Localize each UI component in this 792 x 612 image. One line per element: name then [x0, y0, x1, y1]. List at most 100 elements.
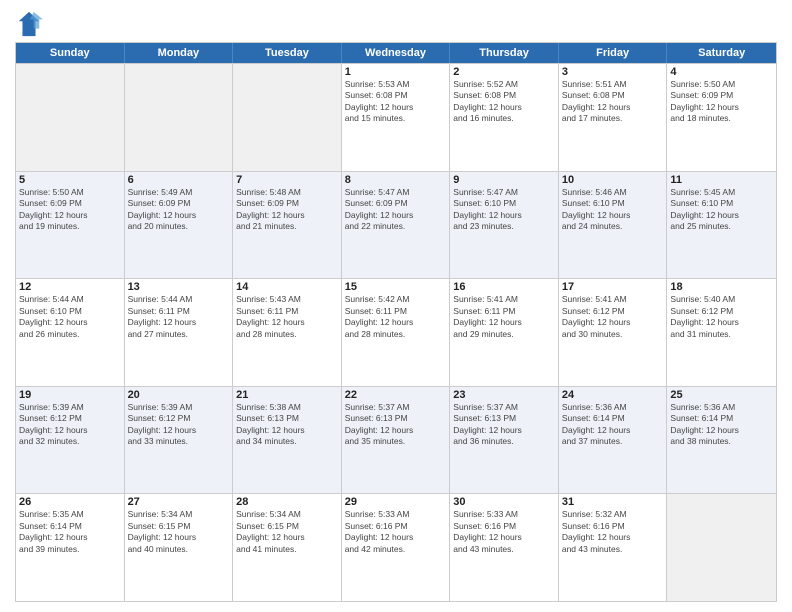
day-info: Sunrise: 5:35 AM Sunset: 6:14 PM Dayligh…: [19, 509, 121, 555]
week-row: 26Sunrise: 5:35 AM Sunset: 6:14 PM Dayli…: [16, 493, 776, 601]
day-info: Sunrise: 5:39 AM Sunset: 6:12 PM Dayligh…: [128, 402, 230, 448]
day-cell: 15Sunrise: 5:42 AM Sunset: 6:11 PM Dayli…: [342, 279, 451, 386]
day-header-tuesday: Tuesday: [233, 43, 342, 63]
day-number: 30: [453, 496, 555, 508]
day-cell: 24Sunrise: 5:36 AM Sunset: 6:14 PM Dayli…: [559, 387, 668, 494]
day-info: Sunrise: 5:39 AM Sunset: 6:12 PM Dayligh…: [19, 402, 121, 448]
day-number: 8: [345, 174, 447, 186]
day-cell: 6Sunrise: 5:49 AM Sunset: 6:09 PM Daylig…: [125, 172, 234, 279]
day-cell: 10Sunrise: 5:46 AM Sunset: 6:10 PM Dayli…: [559, 172, 668, 279]
day-number: 12: [19, 281, 121, 293]
day-number: 1: [345, 66, 447, 78]
day-info: Sunrise: 5:37 AM Sunset: 6:13 PM Dayligh…: [453, 402, 555, 448]
day-cell: 5Sunrise: 5:50 AM Sunset: 6:09 PM Daylig…: [16, 172, 125, 279]
day-cell: 28Sunrise: 5:34 AM Sunset: 6:15 PM Dayli…: [233, 494, 342, 601]
day-info: Sunrise: 5:50 AM Sunset: 6:09 PM Dayligh…: [19, 187, 121, 233]
day-info: Sunrise: 5:48 AM Sunset: 6:09 PM Dayligh…: [236, 187, 338, 233]
day-number: 18: [670, 281, 773, 293]
day-cell: 9Sunrise: 5:47 AM Sunset: 6:10 PM Daylig…: [450, 172, 559, 279]
day-number: 4: [670, 66, 773, 78]
day-info: Sunrise: 5:43 AM Sunset: 6:11 PM Dayligh…: [236, 294, 338, 340]
day-cell: 16Sunrise: 5:41 AM Sunset: 6:11 PM Dayli…: [450, 279, 559, 386]
day-number: 25: [670, 389, 773, 401]
day-number: 22: [345, 389, 447, 401]
day-info: Sunrise: 5:34 AM Sunset: 6:15 PM Dayligh…: [236, 509, 338, 555]
day-header-thursday: Thursday: [450, 43, 559, 63]
day-cell: 26Sunrise: 5:35 AM Sunset: 6:14 PM Dayli…: [16, 494, 125, 601]
day-header-wednesday: Wednesday: [342, 43, 451, 63]
day-cell: 23Sunrise: 5:37 AM Sunset: 6:13 PM Dayli…: [450, 387, 559, 494]
day-cell: 21Sunrise: 5:38 AM Sunset: 6:13 PM Dayli…: [233, 387, 342, 494]
day-info: Sunrise: 5:47 AM Sunset: 6:09 PM Dayligh…: [345, 187, 447, 233]
day-number: 29: [345, 496, 447, 508]
week-row: 1Sunrise: 5:53 AM Sunset: 6:08 PM Daylig…: [16, 63, 776, 171]
day-cell: 13Sunrise: 5:44 AM Sunset: 6:11 PM Dayli…: [125, 279, 234, 386]
day-cell: 11Sunrise: 5:45 AM Sunset: 6:10 PM Dayli…: [667, 172, 776, 279]
day-number: 20: [128, 389, 230, 401]
day-info: Sunrise: 5:51 AM Sunset: 6:08 PM Dayligh…: [562, 79, 664, 125]
day-cell: 12Sunrise: 5:44 AM Sunset: 6:10 PM Dayli…: [16, 279, 125, 386]
day-header-sunday: Sunday: [16, 43, 125, 63]
day-info: Sunrise: 5:50 AM Sunset: 6:09 PM Dayligh…: [670, 79, 773, 125]
day-number: 23: [453, 389, 555, 401]
day-number: 21: [236, 389, 338, 401]
day-cell: [233, 64, 342, 171]
day-info: Sunrise: 5:34 AM Sunset: 6:15 PM Dayligh…: [128, 509, 230, 555]
day-number: 24: [562, 389, 664, 401]
day-info: Sunrise: 5:40 AM Sunset: 6:12 PM Dayligh…: [670, 294, 773, 340]
day-number: 15: [345, 281, 447, 293]
day-cell: 14Sunrise: 5:43 AM Sunset: 6:11 PM Dayli…: [233, 279, 342, 386]
week-row: 19Sunrise: 5:39 AM Sunset: 6:12 PM Dayli…: [16, 386, 776, 494]
day-cell: [667, 494, 776, 601]
day-cell: 20Sunrise: 5:39 AM Sunset: 6:12 PM Dayli…: [125, 387, 234, 494]
day-number: 26: [19, 496, 121, 508]
day-info: Sunrise: 5:38 AM Sunset: 6:13 PM Dayligh…: [236, 402, 338, 448]
logo-icon: [15, 10, 43, 38]
day-info: Sunrise: 5:53 AM Sunset: 6:08 PM Dayligh…: [345, 79, 447, 125]
day-info: Sunrise: 5:41 AM Sunset: 6:11 PM Dayligh…: [453, 294, 555, 340]
day-info: Sunrise: 5:45 AM Sunset: 6:10 PM Dayligh…: [670, 187, 773, 233]
day-cell: 22Sunrise: 5:37 AM Sunset: 6:13 PM Dayli…: [342, 387, 451, 494]
day-cell: 25Sunrise: 5:36 AM Sunset: 6:14 PM Dayli…: [667, 387, 776, 494]
day-cell: [125, 64, 234, 171]
day-info: Sunrise: 5:32 AM Sunset: 6:16 PM Dayligh…: [562, 509, 664, 555]
header: [15, 10, 777, 38]
day-number: 9: [453, 174, 555, 186]
day-number: 28: [236, 496, 338, 508]
day-cell: 7Sunrise: 5:48 AM Sunset: 6:09 PM Daylig…: [233, 172, 342, 279]
day-number: 5: [19, 174, 121, 186]
day-number: 7: [236, 174, 338, 186]
day-number: 19: [19, 389, 121, 401]
day-cell: 17Sunrise: 5:41 AM Sunset: 6:12 PM Dayli…: [559, 279, 668, 386]
day-cell: 8Sunrise: 5:47 AM Sunset: 6:09 PM Daylig…: [342, 172, 451, 279]
day-info: Sunrise: 5:44 AM Sunset: 6:10 PM Dayligh…: [19, 294, 121, 340]
day-header-friday: Friday: [559, 43, 668, 63]
day-info: Sunrise: 5:41 AM Sunset: 6:12 PM Dayligh…: [562, 294, 664, 340]
day-info: Sunrise: 5:47 AM Sunset: 6:10 PM Dayligh…: [453, 187, 555, 233]
day-header-monday: Monday: [125, 43, 234, 63]
logo: [15, 10, 47, 38]
day-number: 2: [453, 66, 555, 78]
day-info: Sunrise: 5:46 AM Sunset: 6:10 PM Dayligh…: [562, 187, 664, 233]
day-cell: 1Sunrise: 5:53 AM Sunset: 6:08 PM Daylig…: [342, 64, 451, 171]
day-number: 10: [562, 174, 664, 186]
day-info: Sunrise: 5:37 AM Sunset: 6:13 PM Dayligh…: [345, 402, 447, 448]
day-info: Sunrise: 5:44 AM Sunset: 6:11 PM Dayligh…: [128, 294, 230, 340]
day-number: 31: [562, 496, 664, 508]
day-headers: SundayMondayTuesdayWednesdayThursdayFrid…: [16, 43, 776, 63]
day-cell: 31Sunrise: 5:32 AM Sunset: 6:16 PM Dayli…: [559, 494, 668, 601]
week-row: 5Sunrise: 5:50 AM Sunset: 6:09 PM Daylig…: [16, 171, 776, 279]
day-cell: 29Sunrise: 5:33 AM Sunset: 6:16 PM Dayli…: [342, 494, 451, 601]
day-info: Sunrise: 5:33 AM Sunset: 6:16 PM Dayligh…: [453, 509, 555, 555]
day-info: Sunrise: 5:36 AM Sunset: 6:14 PM Dayligh…: [670, 402, 773, 448]
day-cell: 18Sunrise: 5:40 AM Sunset: 6:12 PM Dayli…: [667, 279, 776, 386]
day-cell: 19Sunrise: 5:39 AM Sunset: 6:12 PM Dayli…: [16, 387, 125, 494]
day-cell: 2Sunrise: 5:52 AM Sunset: 6:08 PM Daylig…: [450, 64, 559, 171]
day-number: 14: [236, 281, 338, 293]
day-number: 6: [128, 174, 230, 186]
day-cell: [16, 64, 125, 171]
day-number: 13: [128, 281, 230, 293]
weeks: 1Sunrise: 5:53 AM Sunset: 6:08 PM Daylig…: [16, 63, 776, 601]
day-number: 16: [453, 281, 555, 293]
day-info: Sunrise: 5:49 AM Sunset: 6:09 PM Dayligh…: [128, 187, 230, 233]
